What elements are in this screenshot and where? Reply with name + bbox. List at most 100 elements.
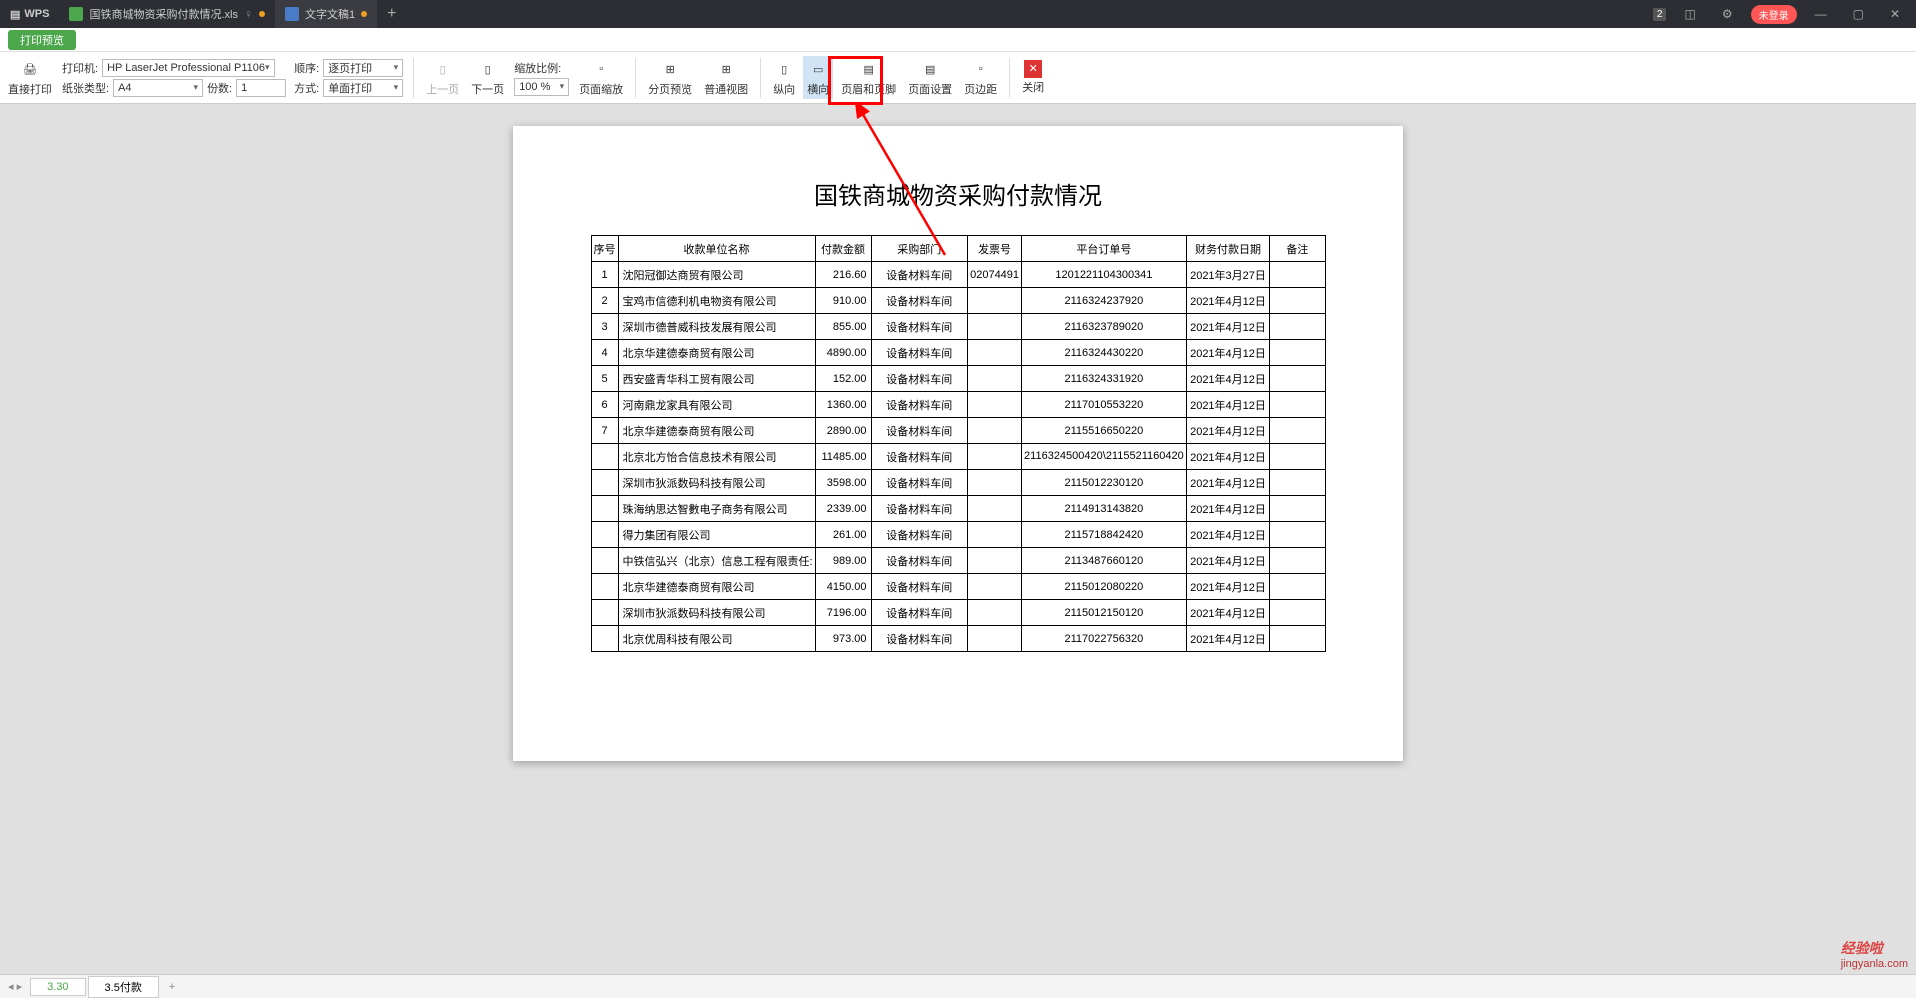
tab-modified-dot [361,11,367,17]
copies-stepper[interactable]: 1 [236,79,286,97]
col-header: 平台订单号 [1022,236,1187,262]
cell: 2116323789020 [1022,314,1187,340]
paginate-icon: ⊞ [659,58,681,80]
cell: 261.00 [815,522,871,548]
col-header: 财务付款日期 [1186,236,1270,262]
sheet-nav-icon[interactable]: ◂ ▸ [8,980,30,993]
cell: 设备材料车间 [871,600,968,626]
portrait-button[interactable]: ▯ 纵向 [769,56,799,99]
cell: 北京北方怡合信息技术有限公司 [618,444,815,470]
close-preview-button[interactable]: ✕ 关闭 [1018,58,1048,97]
cell: 2021年4月12日 [1186,366,1270,392]
cell: 2021年4月12日 [1186,574,1270,600]
cell: 北京华建德泰商贸有限公司 [618,340,815,366]
cell [591,574,618,600]
cell: 设备材料车间 [871,626,968,652]
table-row: 5西安盛青华科工贸有限公司152.00设备材料车间211632433192020… [591,366,1325,392]
tab-document[interactable]: 文字文稿1 [275,0,377,28]
zoom-select[interactable]: 100 %▾ [514,78,569,96]
separator [1009,58,1010,98]
tab-spreadsheet[interactable]: 国铁商城物资采购付款情况.xls ♀ [59,0,275,28]
header-footer-button[interactable]: ▤ 页眉和页脚 [837,56,900,99]
cell: 973.00 [815,626,871,652]
cell [1270,574,1325,600]
print-mode-select[interactable]: 单面打印▾ [323,79,403,97]
direct-print-button[interactable]: 🖨 直接打印 [4,56,56,99]
paginate-view-button[interactable]: ⊞ 分页预览 [644,56,696,99]
prev-page-button[interactable]: ▯ 上一页 [422,56,463,99]
page-next-icon: ▯ [477,58,499,80]
paper-select[interactable]: A4▾ [113,79,203,97]
table-row: 1沈阳冠御达商贸有限公司216.60设备材料车间0207449112012211… [591,262,1325,288]
label: 页面设置 [908,81,952,97]
grid-icon: ⊞ [715,58,737,80]
cell [968,444,1022,470]
sheet-tab[interactable]: 3.5付款 [88,976,159,998]
cell: 2021年4月12日 [1186,496,1270,522]
next-page-button[interactable]: ▯ 下一页 [467,56,508,99]
close-icon: ✕ [1024,60,1042,78]
cell: 2115012150120 [1022,600,1187,626]
maximize-button[interactable]: ▢ [1845,7,1872,21]
table-header-row: 序号收款单位名称付款金额采购部门发票号平台订单号财务付款日期备注 [591,236,1325,262]
cell [1270,600,1325,626]
sheet-tab-active[interactable]: 3.30 [30,978,85,996]
notification-badge[interactable]: 2 [1653,8,1667,21]
cell: 2021年4月12日 [1186,522,1270,548]
preview-area[interactable]: 国铁商城物资采购付款情况 序号收款单位名称付款金额采购部门发票号平台订单号财务付… [0,104,1916,974]
landscape-button[interactable]: ▭ 横向 [803,56,833,99]
data-table: 序号收款单位名称付款金额采购部门发票号平台订单号财务付款日期备注 1沈阳冠御达商… [591,235,1326,652]
ribbon: 🖨 直接打印 打印机: HP LaserJet Professional P11… [0,52,1916,104]
cell [968,470,1022,496]
login-button[interactable]: 未登录 [1751,5,1797,24]
wps-icon: ▤ [10,8,20,21]
chevron-down-icon: ▾ [560,81,565,92]
page-scale-button[interactable]: ▫ 页面缩放 [575,56,627,99]
page-setup-button[interactable]: ▤ 页面设置 [904,56,956,99]
header-icon: ▤ [858,58,880,80]
cell: 设备材料车间 [871,314,968,340]
cell: 得力集团有限公司 [618,522,815,548]
cell: 设备材料车间 [871,392,968,418]
separator [635,58,636,98]
cell: 152.00 [815,366,871,392]
cell: 2115718842420 [1022,522,1187,548]
cell: 2021年4月12日 [1186,314,1270,340]
doc-icon [285,7,299,21]
margins-button[interactable]: ▫ 页边距 [960,56,1001,99]
add-sheet-button[interactable]: + [161,981,183,993]
cell [591,600,618,626]
skin-icon[interactable]: ◫ [1676,7,1703,21]
cell: 02074491 [968,262,1022,288]
label: 下一页 [471,81,504,97]
label: 上一页 [426,81,459,97]
order-select[interactable]: 逐页打印▾ [323,59,403,77]
cell: 设备材料车间 [871,470,968,496]
print-preview-mode[interactable]: 打印预览 [8,30,76,50]
printer-select[interactable]: HP LaserJet Professional P1106▾ [102,59,275,77]
watermark-url: jingyanla.com [1841,958,1908,970]
cell [1270,262,1325,288]
cell [591,548,618,574]
label: 普通视图 [704,81,748,97]
settings-icon[interactable]: ⚙ [1714,7,1741,21]
printer-group: 打印机: HP LaserJet Professional P1106▾ 纸张类… [60,59,288,97]
cell: 2117010553220 [1022,392,1187,418]
cell: 设备材料车间 [871,340,968,366]
wps-logo: ▤ WPS [0,8,59,21]
close-button[interactable]: ✕ [1882,7,1908,21]
spreadsheet-icon [69,7,83,21]
portrait-icon: ▯ [773,58,795,80]
normal-view-button[interactable]: ⊞ 普通视图 [700,56,752,99]
new-tab-button[interactable]: + [377,5,406,23]
page-preview: 国铁商城物资采购付款情况 序号收款单位名称付款金额采购部门发票号平台订单号财务付… [513,126,1403,761]
cell: 设备材料车间 [871,444,968,470]
cell [1270,392,1325,418]
scale-icon: ▫ [590,58,612,80]
tab-status-icon[interactable]: ♀ [244,7,253,21]
cell [968,626,1022,652]
minimize-button[interactable]: — [1807,7,1835,21]
table-row: 得力集团有限公司261.00设备材料车间21157188424202021年4月… [591,522,1325,548]
cell: 2021年4月12日 [1186,444,1270,470]
mode-row: 打印预览 [0,28,1916,52]
